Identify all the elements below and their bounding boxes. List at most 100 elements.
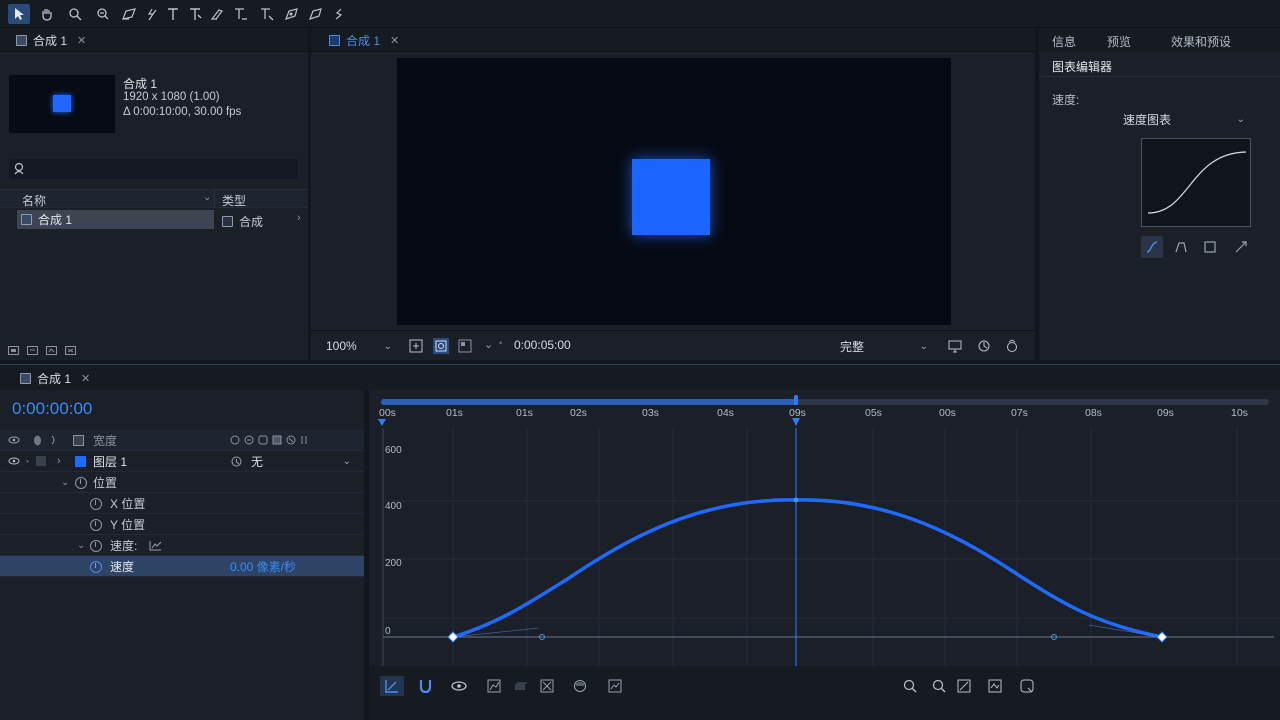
zoom-in-icon[interactable] <box>898 676 922 696</box>
zoom-out-icon[interactable] <box>927 676 951 696</box>
transparency-grid-icon[interactable] <box>433 338 449 354</box>
sort-chevron-icon[interactable]: ⌄ <box>203 192 211 203</box>
viewer-tab[interactable]: 合成 1 ✕ <box>321 28 407 52</box>
vertical-text-tool-icon[interactable] <box>184 4 206 24</box>
separate-dimensions-icon[interactable] <box>603 676 627 696</box>
column-name[interactable]: 名称 <box>22 192 46 209</box>
monitor-icon[interactable] <box>948 339 962 353</box>
property-group-position[interactable]: ⌄ 位置 <box>0 472 364 493</box>
effects-switch-icon[interactable] <box>272 435 282 445</box>
property-group-speed[interactable]: ⌄ 速度: <box>0 535 364 556</box>
parent-dropdown[interactable]: 无 ⌄ <box>247 451 355 471</box>
stopwatch-icon[interactable] <box>90 519 102 534</box>
stopwatch-icon[interactable] <box>90 498 102 513</box>
eraser-tool-icon[interactable] <box>256 4 278 24</box>
puppet-tool-icon[interactable] <box>140 4 162 24</box>
column-type[interactable]: 类型 <box>222 192 246 209</box>
brush-tool-icon[interactable] <box>206 4 228 24</box>
search-input[interactable] <box>31 161 291 177</box>
audio-icon[interactable] <box>33 435 42 446</box>
show-properties-eye-icon[interactable] <box>447 676 471 696</box>
project-search[interactable] <box>9 159 298 179</box>
layer-row[interactable]: • › 图层 1 无 ⌄ <box>0 451 364 472</box>
tab-effects-presets[interactable]: 效果和预设 <box>1171 33 1231 50</box>
quality-icon[interactable] <box>258 435 268 445</box>
collapse-icon[interactable] <box>244 435 254 445</box>
selection-tool-icon[interactable] <box>8 4 30 24</box>
property-speed[interactable]: 速度 0.00 像素/秒 <box>0 556 364 577</box>
chevron-right-icon[interactable]: › <box>297 212 301 224</box>
linear-preset-icon[interactable] <box>1230 236 1252 258</box>
graph-toggle-icon[interactable] <box>149 540 162 551</box>
in-point-marker-icon[interactable] <box>377 418 387 427</box>
graph-mode-icon[interactable] <box>380 676 404 696</box>
speed-value[interactable]: 0.00 像素/秒 <box>230 558 296 575</box>
expand-chevron-icon[interactable]: › <box>57 455 61 467</box>
close-icon[interactable]: ✕ <box>77 34 86 47</box>
property-y-position[interactable]: Y 位置 <box>0 514 364 535</box>
graph-options-icon[interactable] <box>482 676 506 696</box>
keyframe-start-icon[interactable] <box>447 631 459 643</box>
new-composition-icon[interactable] <box>46 346 57 355</box>
delete-icon[interactable] <box>65 346 76 355</box>
speed-graph[interactable]: 600 400 200 0 <box>369 428 1280 666</box>
interpret-footage-icon[interactable] <box>8 346 19 355</box>
3d-layer-icon[interactable] <box>300 435 308 445</box>
timeline-tab[interactable]: 合成 1 ✕ <box>12 366 98 390</box>
fit-selection-icon[interactable] <box>535 676 559 696</box>
speed-curve[interactable] <box>369 428 1280 666</box>
visibility-eye-icon[interactable] <box>8 457 20 465</box>
graph-type-dropdown[interactable]: 速度图表 ⌄ <box>1119 109 1249 129</box>
layer-name-column[interactable]: 宽度 <box>93 432 117 449</box>
camera-view-icon[interactable] <box>977 339 991 353</box>
keyframe-end-icon[interactable] <box>1156 631 1168 643</box>
new-folder-icon[interactable] <box>27 346 38 355</box>
blue-square-layer[interactable] <box>632 159 710 235</box>
roto-tool-icon[interactable] <box>280 4 302 24</box>
snap-magnet-icon[interactable] <box>413 676 437 696</box>
collapse-chevron-icon[interactable]: ⌄ <box>61 477 69 488</box>
eye-icon[interactable] <box>8 436 20 444</box>
shape-tool-icon[interactable] <box>304 4 326 24</box>
close-icon[interactable]: ✕ <box>390 34 399 47</box>
hold-preset-icon[interactable] <box>1199 236 1221 258</box>
pen-tool-icon[interactable] <box>118 4 140 24</box>
region-of-interest-icon[interactable] <box>458 339 472 353</box>
time-ruler[interactable]: 00s 01s 01s 02s 03s 04s 09s 05s 00s 07s … <box>369 394 1280 428</box>
stopwatch-active-icon[interactable] <box>90 561 102 576</box>
snapshot-icon[interactable] <box>409 339 423 353</box>
hand-pan-icon[interactable] <box>568 676 592 696</box>
ease-in-preset-icon[interactable] <box>1170 236 1192 258</box>
clone-tool-icon[interactable] <box>230 4 252 24</box>
tab-info[interactable]: 信息 <box>1052 33 1076 50</box>
resolution-dropdown[interactable]: 完整 ⌄ <box>836 336 932 356</box>
tab-preview[interactable]: 预览 <box>1107 33 1131 50</box>
fit-all-icon[interactable] <box>952 676 976 696</box>
label-color-icon[interactable] <box>73 434 84 446</box>
orbit-tool-icon[interactable] <box>92 4 114 24</box>
stopwatch-icon[interactable] <box>90 540 102 555</box>
zoom-dropdown[interactable]: 100% ⌄ <box>322 336 396 356</box>
collapse-chevron-icon[interactable]: ⌄ <box>77 540 85 551</box>
transform-box-icon[interactable] <box>509 676 533 696</box>
easing-curve-preview[interactable] <box>1141 138 1251 227</box>
reset-view-icon[interactable] <box>1015 676 1039 696</box>
motion-blur-icon[interactable] <box>286 435 296 445</box>
text-tool-icon[interactable] <box>162 4 184 24</box>
composition-canvas[interactable] <box>397 58 951 325</box>
hand-tool-icon[interactable] <box>36 4 58 24</box>
playhead-marker-icon[interactable] <box>791 394 801 428</box>
solo-icon[interactable] <box>51 435 57 445</box>
layer-label-swatch[interactable] <box>36 456 46 466</box>
fit-graph-icon[interactable] <box>983 676 1007 696</box>
shy-icon[interactable] <box>230 435 240 445</box>
close-icon[interactable]: ✕ <box>81 372 90 385</box>
ease-in-out-preset-icon[interactable] <box>1141 236 1163 258</box>
zoom-tool-icon[interactable] <box>64 4 86 24</box>
project-item-row[interactable]: 合成 1 <box>17 210 214 229</box>
reset-exposure-icon[interactable] <box>1005 339 1019 353</box>
viewer-timecode[interactable]: 0:00:05:00 <box>514 338 571 352</box>
project-tab[interactable]: 合成 1 ✕ <box>8 28 94 52</box>
layer-name[interactable]: 图层 1 <box>93 453 127 470</box>
options-chevron-icon[interactable]: ⌄ <box>484 338 493 351</box>
